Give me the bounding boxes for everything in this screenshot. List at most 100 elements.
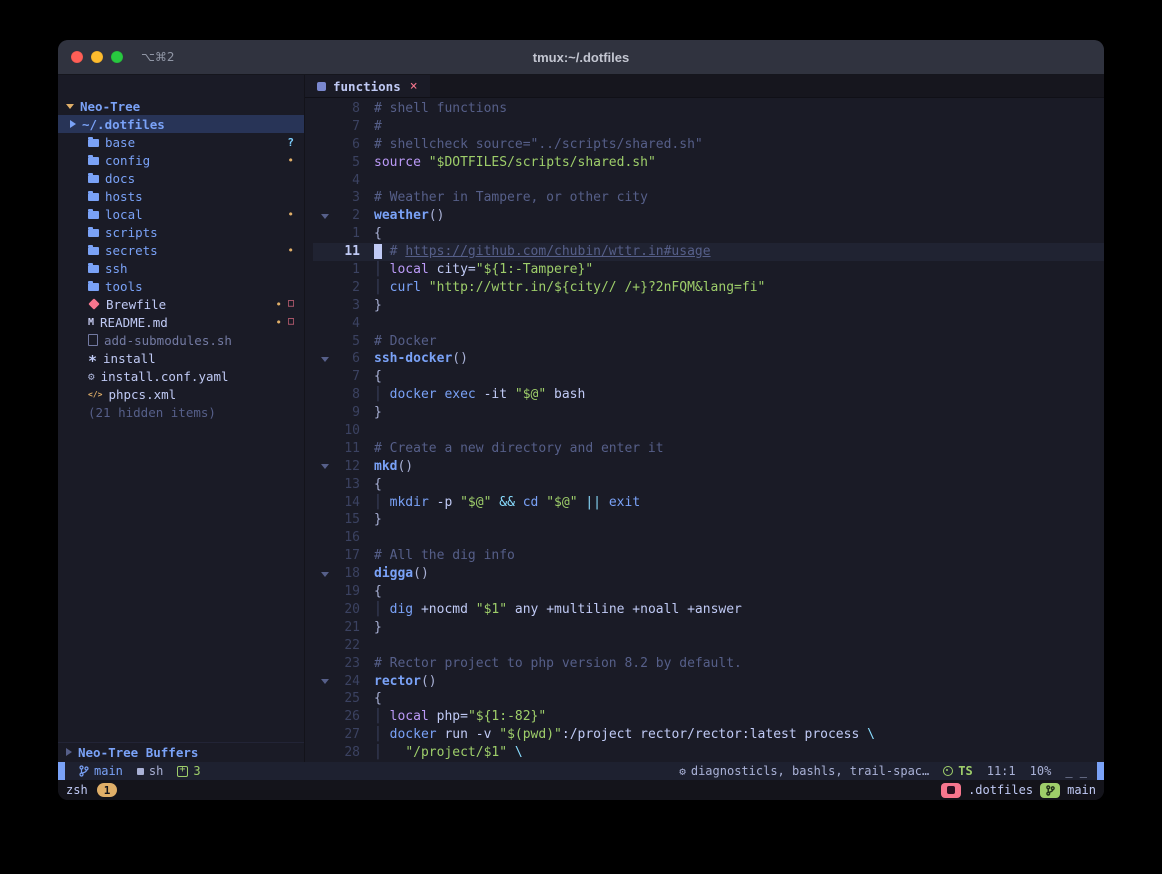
tree-item-label: README.md — [100, 315, 168, 330]
lsp-servers-label: diagnosticls, bashls, trail-spac… — [691, 764, 929, 778]
window-shortcut-label: ⌥⌘2 — [141, 50, 174, 64]
line-number: 28 — [332, 744, 360, 762]
tmux-window-name[interactable]: zsh — [66, 783, 88, 797]
code-line[interactable]: 3} — [313, 297, 1104, 315]
treesitter-label: TS — [958, 764, 972, 778]
code-area[interactable]: 8# shell functions7#6# shellcheck source… — [305, 98, 1104, 762]
filetype-segment: sh — [137, 764, 163, 778]
tab-close-icon[interactable]: × — [410, 79, 418, 94]
code-line[interactable]: 20│ dig +nocmd "$1" any +multiline +noal… — [313, 601, 1104, 619]
code-line[interactable]: 9} — [313, 404, 1104, 422]
code-line[interactable]: 14│ mkdir -p "$@" && cd "$@" || exit — [313, 494, 1104, 512]
code-line[interactable]: 12mkd() — [313, 458, 1104, 476]
code-line[interactable]: 8│ docker exec -it "$@" bash — [313, 386, 1104, 404]
neotree-header[interactable]: Neo-Tree — [58, 97, 304, 115]
tree-item-label: scripts — [105, 225, 158, 240]
minimize-window-button[interactable] — [91, 51, 103, 63]
code-line[interactable]: 6# shellcheck source="../scripts/shared.… — [313, 136, 1104, 154]
diff-added-count: 3 — [193, 764, 200, 778]
code-line[interactable]: 17# All the dig info — [313, 547, 1104, 565]
tree-item-phpcs-xml[interactable]: phpcs.xml — [58, 385, 304, 403]
close-window-button[interactable] — [71, 51, 83, 63]
tree-item-install-conf-yaml[interactable]: install.conf.yaml — [58, 367, 304, 385]
terminal-window: ⌥⌘2 tmux:~/.dotfiles Neo-Tree ~/.dotfile… — [58, 40, 1104, 800]
mode-indicator-block — [58, 762, 65, 780]
statusline-extra: _ _ — [1065, 764, 1087, 778]
tree-item-base[interactable]: base? — [58, 133, 304, 151]
fold-chevron-icon[interactable] — [313, 679, 332, 684]
tab-functions[interactable]: functions × — [305, 75, 430, 97]
tree-item-label: local — [105, 207, 143, 222]
hidden-items-label: (21 hidden items) — [88, 405, 216, 420]
code-line[interactable]: 10 — [313, 422, 1104, 440]
code-line[interactable]: 5# Docker — [313, 333, 1104, 351]
tree-item-readme-md[interactable]: README.md •□ — [58, 313, 304, 331]
ruby-icon — [88, 298, 99, 309]
code-line[interactable]: 15} — [313, 511, 1104, 529]
line-number: 24 — [332, 673, 360, 691]
code-line[interactable]: 21} — [313, 619, 1104, 637]
code-line[interactable]: 24rector() — [313, 673, 1104, 691]
tree-item-config[interactable]: config• — [58, 151, 304, 169]
fold-chevron-icon[interactable] — [313, 357, 332, 362]
tree-item-ssh[interactable]: ssh — [58, 259, 304, 277]
code-line[interactable]: 13{ — [313, 476, 1104, 494]
git-status-badges: •□ — [275, 317, 294, 328]
git-branch-label: main — [94, 764, 123, 778]
treesitter-segment: TS — [943, 764, 972, 778]
code-line[interactable]: 28│ "/project/$1" \ — [313, 744, 1104, 762]
tree-item-local[interactable]: local• — [58, 205, 304, 223]
code-line[interactable]: 22 — [313, 637, 1104, 655]
fold-chevron-icon[interactable] — [313, 214, 332, 219]
code-line[interactable]: 5source "$DOTFILES/scripts/shared.sh" — [313, 154, 1104, 172]
fold-chevron-icon[interactable] — [313, 572, 332, 577]
tree-root-item[interactable]: ~/.dotfiles — [58, 115, 304, 133]
code-line[interactable]: 11# Create a new directory and enter it — [313, 440, 1104, 458]
code-line[interactable]: 18digga() — [313, 565, 1104, 583]
code-line[interactable]: 25{ — [313, 690, 1104, 708]
cursor — [374, 244, 382, 259]
code-line[interactable]: 16 — [313, 529, 1104, 547]
tree-items: base?config•docshostslocal• scriptssecret… — [58, 133, 304, 403]
code-line[interactable]: 8# shell functions — [313, 100, 1104, 118]
code-text: # — [374, 118, 382, 136]
git-status-badge: □ — [288, 317, 294, 327]
titlebar[interactable]: ⌥⌘2 tmux:~/.dotfiles — [58, 40, 1104, 75]
line-number: 20 — [332, 601, 360, 619]
tree-item-secrets[interactable]: secrets• — [58, 241, 304, 259]
code-line[interactable]: 26│ local php="${1:-82}" — [313, 708, 1104, 726]
neotree-buffers-header[interactable]: Neo-Tree Buffers — [58, 742, 304, 761]
code-text: mkd() — [374, 458, 413, 476]
tree-item-label: install.conf.yaml — [101, 369, 229, 384]
code-line[interactable]: 1{ — [313, 225, 1104, 243]
code-line[interactable]: 1│ local city="${1:-Tampere}" — [313, 261, 1104, 279]
folder-icon — [88, 211, 99, 219]
tree-item-install[interactable]: install — [58, 349, 304, 367]
code-line[interactable]: 2│ curl "http://wttr.in/${city// /+}?2nF… — [313, 279, 1104, 297]
tree-item-brewfile[interactable]: Brewfile•□ — [58, 295, 304, 313]
code-line[interactable]: 7# — [313, 118, 1104, 136]
code-line[interactable]: 19{ — [313, 583, 1104, 601]
git-status-badges: ? — [287, 137, 294, 148]
fold-chevron-icon[interactable] — [313, 464, 332, 469]
tab-label: functions — [333, 79, 401, 94]
tree-item-hosts[interactable]: hosts — [58, 187, 304, 205]
line-number: 18 — [332, 565, 360, 583]
line-number: 10 — [332, 422, 360, 440]
code-line[interactable]: 2weather() — [313, 207, 1104, 225]
code-line[interactable]: 7{ — [313, 368, 1104, 386]
code-line[interactable]: 4 — [313, 172, 1104, 190]
code-line[interactable]: 27│ docker run -v "$(pwd)":/project rect… — [313, 726, 1104, 744]
code-line[interactable]: 3# Weather in Tampere, or other city — [313, 189, 1104, 207]
tree-item-tools[interactable]: tools — [58, 277, 304, 295]
code-line[interactable]: 23# Rector project to php version 8.2 by… — [313, 655, 1104, 673]
code-line[interactable]: 6ssh-docker() — [313, 350, 1104, 368]
tree-item-docs[interactable]: docs — [58, 169, 304, 187]
zoom-window-button[interactable] — [111, 51, 123, 63]
code-line[interactable]: 11 # https://github.com/chubin/wttr.in#u… — [313, 243, 1104, 261]
tree-item-scripts[interactable]: scripts — [58, 223, 304, 241]
code-line[interactable]: 4 — [313, 315, 1104, 333]
git-branch-icon — [79, 765, 89, 777]
lsp-segment: diagnosticls, bashls, trail-spac… — [679, 764, 929, 778]
code-text: # https://github.com/chubin/wttr.in#usag… — [374, 243, 711, 261]
